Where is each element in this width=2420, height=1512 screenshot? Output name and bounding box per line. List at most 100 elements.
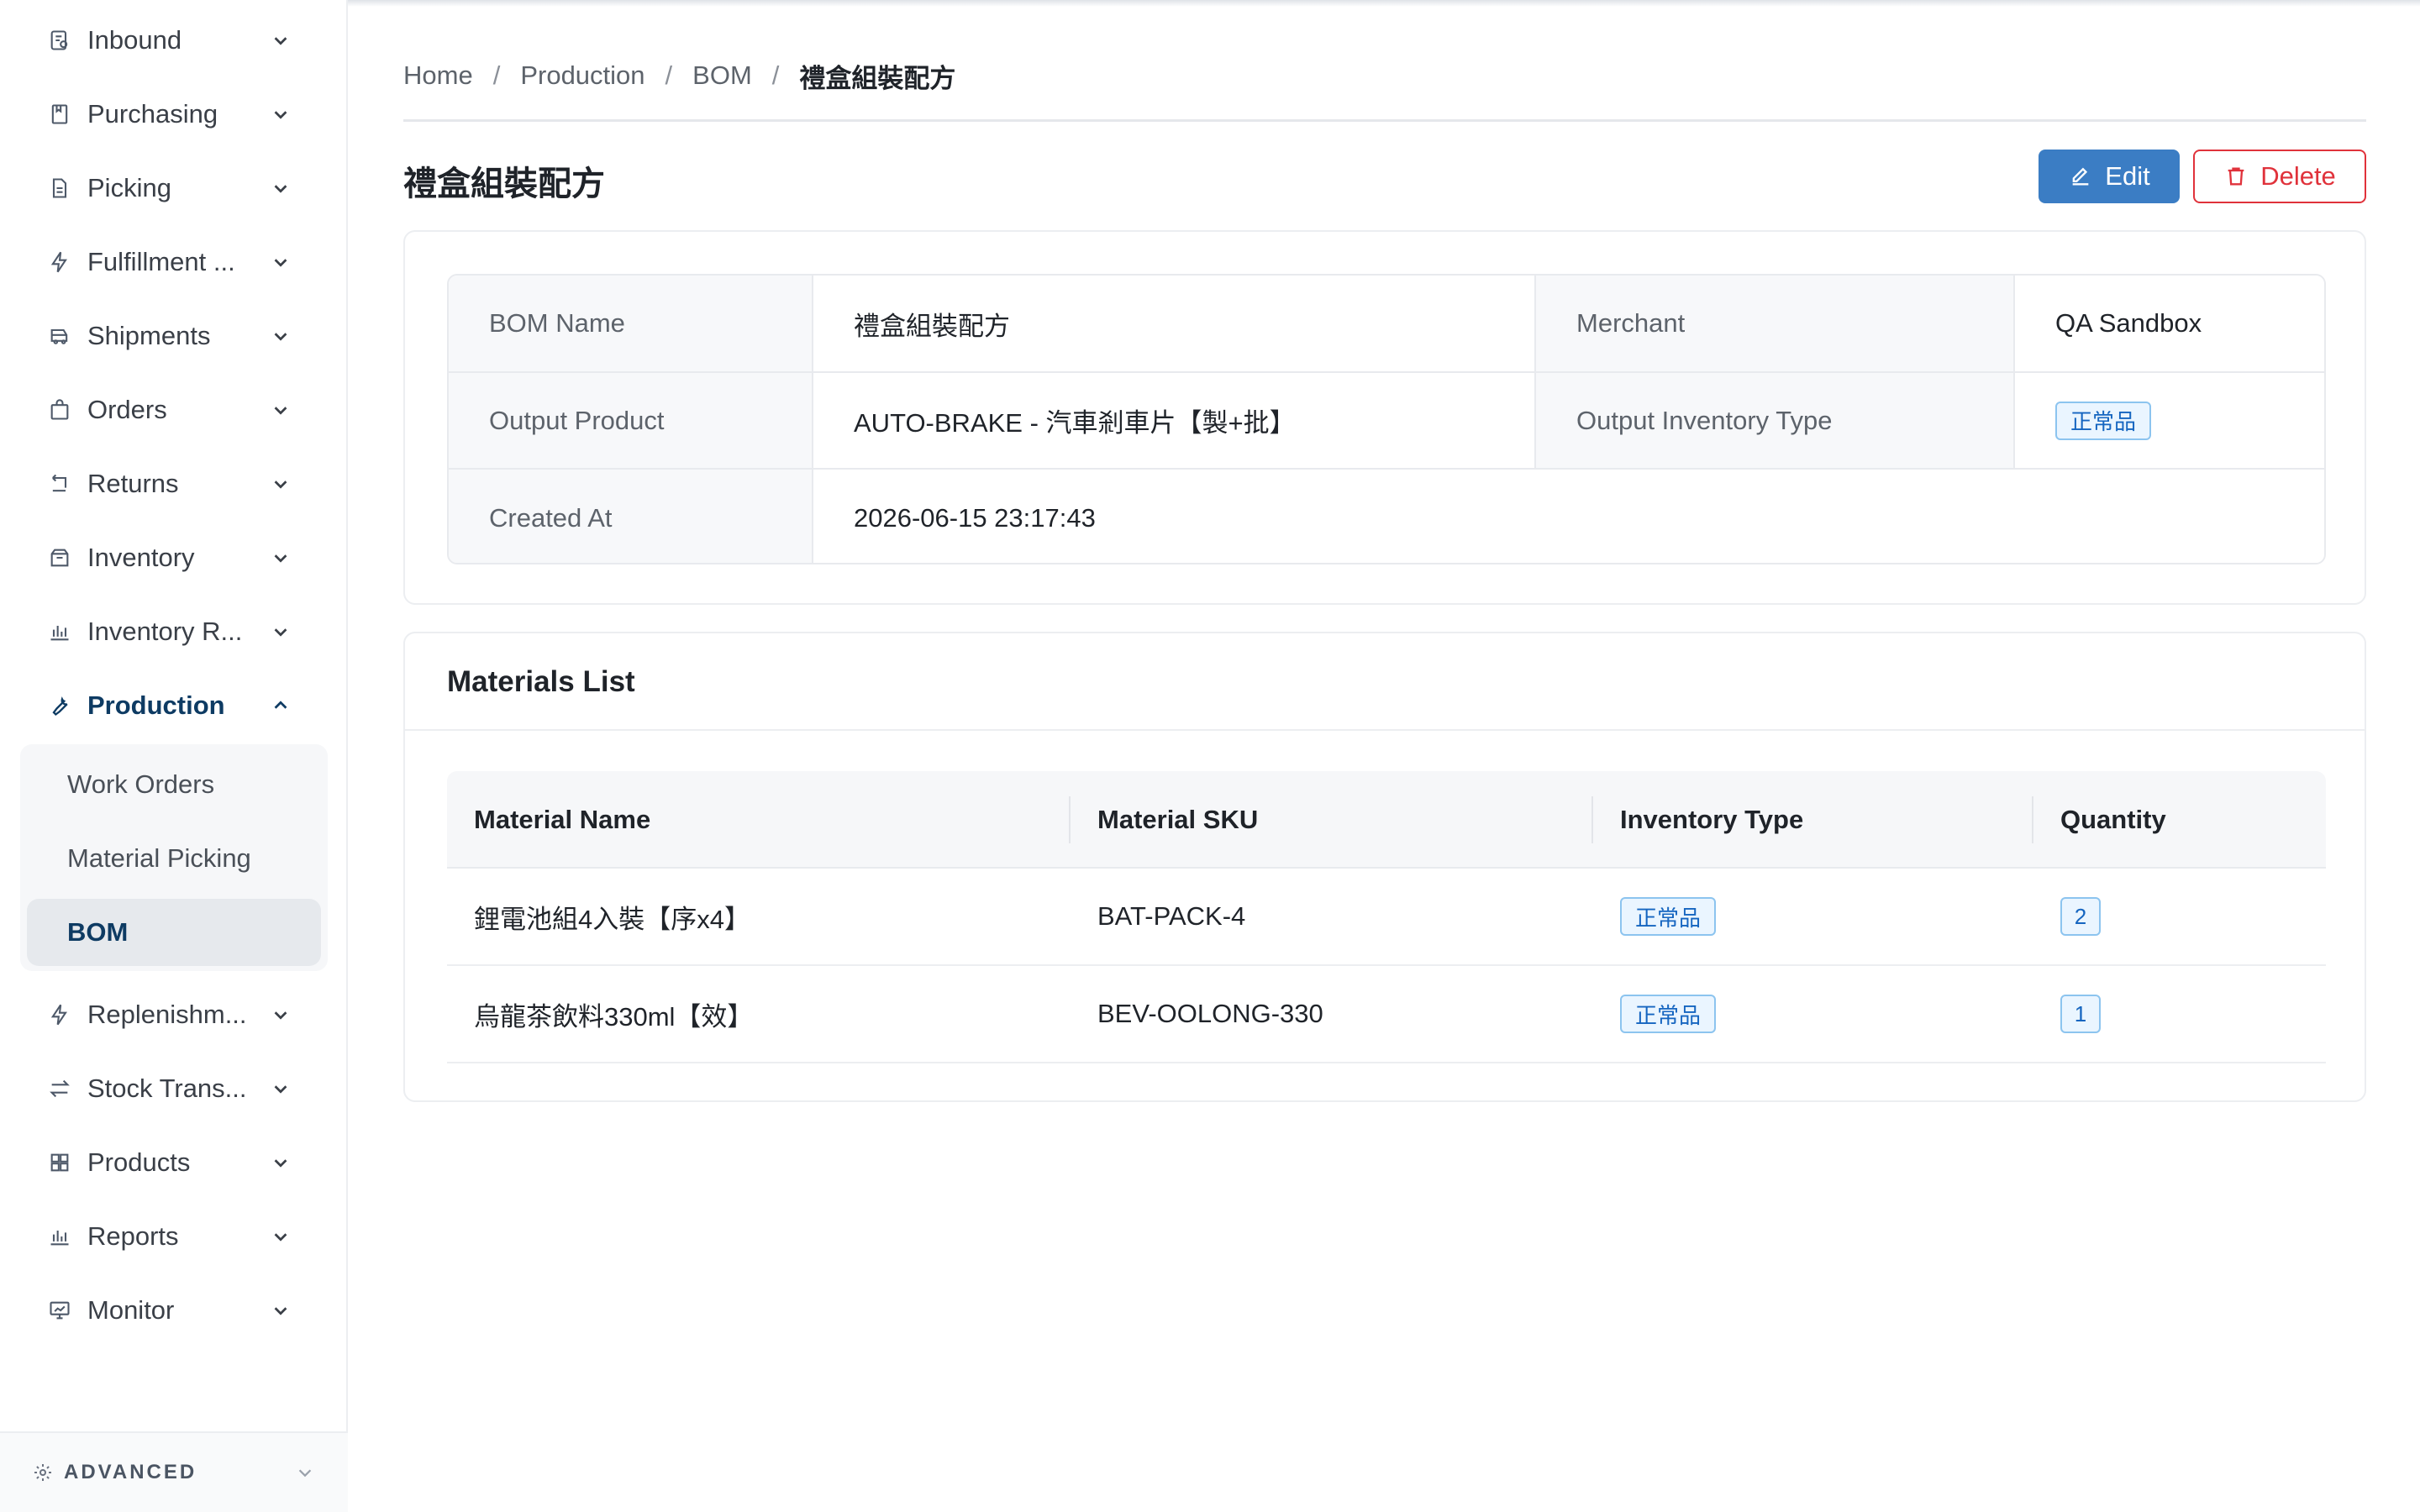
delete-button[interactable]: Delete — [2193, 150, 2366, 203]
inventory-type-tag: 正常品 — [2055, 401, 2152, 440]
sidebar-item-label: Production — [87, 690, 225, 720]
material-sku-cell: BAT-PACK-4 — [1097, 901, 1246, 931]
inventory-type-tag: 正常品 — [1620, 897, 1717, 936]
sidebar-item-replenishment[interactable]: Replenishm... — [0, 978, 348, 1052]
column-separator — [1069, 796, 1071, 843]
edit-button-label: Edit — [2105, 161, 2150, 191]
chevron-down-icon — [269, 1299, 292, 1322]
sidebar-item-label: Stock Trans... — [87, 1074, 247, 1103]
gear-icon — [32, 1462, 54, 1483]
breadcrumb-bom[interactable]: BOM — [692, 60, 752, 91]
sidebar-item-returns[interactable]: Returns — [0, 447, 348, 521]
sidebar-item-reports[interactable]: Reports — [0, 1200, 348, 1273]
column-separator — [2032, 796, 2033, 843]
sidebar-item-inventory[interactable]: Inventory — [0, 521, 348, 595]
merchant-label: Merchant — [1536, 276, 2015, 373]
materials-divider — [405, 729, 2365, 731]
advanced-label: ADVANCED — [64, 1461, 197, 1483]
sidebar-item-bom[interactable]: BOM — [27, 899, 321, 966]
chevron-down-icon — [269, 250, 292, 274]
sidebar-item-purchasing[interactable]: Purchasing — [0, 77, 348, 151]
quantity-badge: 2 — [2060, 897, 2101, 936]
chevron-up-icon — [269, 694, 292, 717]
picking-icon — [47, 176, 72, 201]
sidebar-item-label: Inventory — [87, 543, 195, 572]
output-product-label: Output Product — [449, 373, 813, 470]
material-sku-cell: BEV-OOLONG-330 — [1097, 999, 1323, 1028]
created-at-value: 2026-06-15 23:17:43 — [813, 470, 2324, 563]
table-header: Material Name Material SKU Inventory Typ… — [447, 771, 2326, 869]
sidebar-item-label: Replenishm... — [87, 1000, 247, 1029]
bom-name-value: 禮盒組裝配方 — [813, 276, 1536, 373]
bom-descriptions: BOM Name 禮盒組裝配方 Merchant QA Sandbox Outp… — [447, 274, 2326, 564]
chevron-down-icon — [269, 1003, 292, 1026]
sidebar-item-label: Fulfillment ... — [87, 247, 235, 276]
box-icon — [47, 545, 72, 570]
chevron-down-icon — [269, 102, 292, 126]
advanced-toggle[interactable]: ADVANCED — [0, 1431, 348, 1512]
materials-card: Materials List Material Name Material SK… — [403, 632, 2366, 1102]
sidebar-item-stock-transfer[interactable]: Stock Trans... — [0, 1052, 348, 1126]
sidebar-item-label: Returns — [87, 469, 179, 498]
sidebar-item-label: Purchasing — [87, 99, 218, 129]
sidebar-item-orders[interactable]: Orders — [0, 373, 348, 447]
page-title: 禮盒組裝配方 — [403, 165, 605, 202]
bom-details-card: BOM Name 禮盒組裝配方 Merchant QA Sandbox Outp… — [403, 230, 2366, 605]
output-inventory-type-cell: 正常品 — [2015, 373, 2324, 470]
breadcrumb-production[interactable]: Production — [520, 60, 644, 91]
chevron-down-icon — [269, 1225, 292, 1248]
sidebar-item-inbound[interactable]: Inbound — [0, 3, 348, 77]
sidebar-item-work-orders[interactable]: Work Orders — [27, 751, 321, 818]
monitor-icon — [47, 1298, 72, 1323]
chevron-down-icon — [269, 1077, 292, 1100]
table-row: 烏龍茶飲料330ml【效】 BEV-OOLONG-330 正常品 1 — [447, 966, 2326, 1063]
wrench-icon — [47, 693, 72, 718]
material-name-cell: 鋰電池組4入裝【序x4】 — [474, 904, 750, 934]
chevron-down-icon — [294, 1462, 316, 1483]
sidebar-item-label: Products — [87, 1147, 191, 1177]
chevron-down-icon — [269, 546, 292, 570]
sidebar-item-fulfillment[interactable]: Fulfillment ... — [0, 225, 348, 299]
column-header-material-name: Material Name — [474, 805, 651, 834]
header-shadow — [348, 0, 2420, 7]
breadcrumb-separator: / — [492, 60, 501, 90]
materials-title: Materials List — [447, 665, 635, 698]
sidebar-item-products[interactable]: Products — [0, 1126, 348, 1200]
breadcrumb-separator: / — [771, 60, 780, 90]
trash-icon — [2223, 164, 2249, 189]
production-submenu: Work Orders Material Picking BOM — [20, 744, 328, 971]
breadcrumb-home[interactable]: Home — [403, 60, 473, 91]
sidebar-item-monitor[interactable]: Monitor — [0, 1273, 348, 1347]
pencil-icon — [2068, 164, 2093, 189]
truck-icon — [47, 323, 72, 349]
chevron-down-icon — [269, 398, 292, 422]
edit-button[interactable]: Edit — [2039, 150, 2180, 203]
sidebar-item-label: Picking — [87, 173, 171, 202]
column-header-quantity: Quantity — [2060, 805, 2166, 834]
inventory-type-cell: 正常品 — [1620, 869, 1717, 964]
sidebar-item-label: Orders — [87, 395, 167, 424]
created-at-label: Created At — [449, 470, 813, 563]
sidebar-item-label: Reports — [87, 1221, 179, 1251]
sidebar-item-inventory-reports[interactable]: Inventory R... — [0, 595, 348, 669]
breadcrumb: Home / Production / BOM / 禮盒組裝配方 — [403, 59, 955, 93]
chevron-down-icon — [269, 29, 292, 52]
sidebar-item-production[interactable]: Production — [0, 669, 348, 743]
chevron-down-icon — [269, 324, 292, 348]
material-name-cell: 烏龍茶飲料330ml【效】 — [474, 1001, 754, 1032]
sidebar-item-label: Shipments — [87, 321, 211, 350]
inventory-type-cell: 正常品 — [1620, 966, 1717, 1062]
merchant-value: QA Sandbox — [2015, 276, 2324, 373]
column-header-inventory-type: Inventory Type — [1620, 805, 1804, 834]
transfer-icon — [47, 1076, 72, 1101]
sidebar-item-label: Inbound — [87, 25, 182, 55]
chevron-down-icon — [269, 1151, 292, 1174]
column-separator — [1591, 796, 1593, 843]
chevron-down-icon — [269, 472, 292, 496]
chevron-down-icon — [269, 176, 292, 200]
sidebar-item-shipments[interactable]: Shipments — [0, 299, 348, 373]
sidebar-item-material-picking[interactable]: Material Picking — [27, 825, 321, 892]
sidebar-item-picking[interactable]: Picking — [0, 151, 348, 225]
bom-name-label: BOM Name — [449, 276, 813, 373]
breadcrumb-divider — [403, 119, 2366, 122]
